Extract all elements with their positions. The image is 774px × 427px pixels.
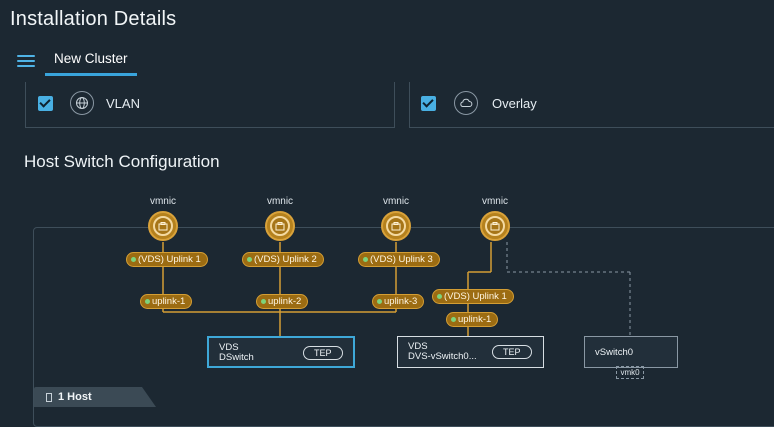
ethernet-port-icon xyxy=(275,221,285,230)
vmk-adapter[interactable]: vmk0 xyxy=(616,366,644,379)
uplink-pill[interactable]: uplink-1 xyxy=(446,312,499,327)
vds-uplink-pill[interactable]: (VDS) Uplink 2 xyxy=(242,252,324,267)
host-tab-shape xyxy=(34,387,156,407)
vds-uplink-pill[interactable]: (VDS) Uplink 1 xyxy=(432,289,514,304)
host-icon xyxy=(46,393,52,402)
tep-badge: TEP xyxy=(492,345,532,359)
host-count-tab[interactable]: 1 Host xyxy=(34,387,156,407)
ethernet-port-icon xyxy=(490,221,500,230)
vmnic-label: vmnic xyxy=(481,196,509,207)
vmnic-label: vmnic xyxy=(266,196,294,207)
switch-name: DVS-vSwitch0... xyxy=(408,351,477,362)
uplink-pill[interactable]: uplink-2 xyxy=(256,294,309,309)
vmnic-label: vmnic xyxy=(382,196,410,207)
uplink-pill[interactable]: uplink-1 xyxy=(140,294,193,309)
vmnic-node[interactable] xyxy=(381,211,411,241)
vds-switch-dvs-vswitch0[interactable]: VDS DVS-vSwitch0... TEP xyxy=(397,336,544,368)
vds-uplink-pill[interactable]: (VDS) Uplink 1 xyxy=(126,252,208,267)
standard-switch-vswitch0[interactable]: vSwitch0 xyxy=(584,336,678,368)
uplink-pill[interactable]: uplink-3 xyxy=(372,294,425,309)
ethernet-port-icon xyxy=(391,221,401,230)
vmnic-label: vmnic xyxy=(149,196,177,207)
host-count-label: 1 Host xyxy=(58,391,92,403)
vmnic-node[interactable] xyxy=(480,211,510,241)
switch-name: DSwitch xyxy=(219,352,254,363)
ethernet-port-icon xyxy=(158,221,168,230)
vmnic-node[interactable] xyxy=(265,211,295,241)
tep-badge: TEP xyxy=(303,346,343,360)
vds-switch-dswitch[interactable]: VDS DSwitch TEP xyxy=(207,336,355,368)
switch-name: vSwitch0 xyxy=(595,347,634,358)
vds-uplink-pill[interactable]: (VDS) Uplink 3 xyxy=(358,252,440,267)
vmnic-node[interactable] xyxy=(148,211,178,241)
